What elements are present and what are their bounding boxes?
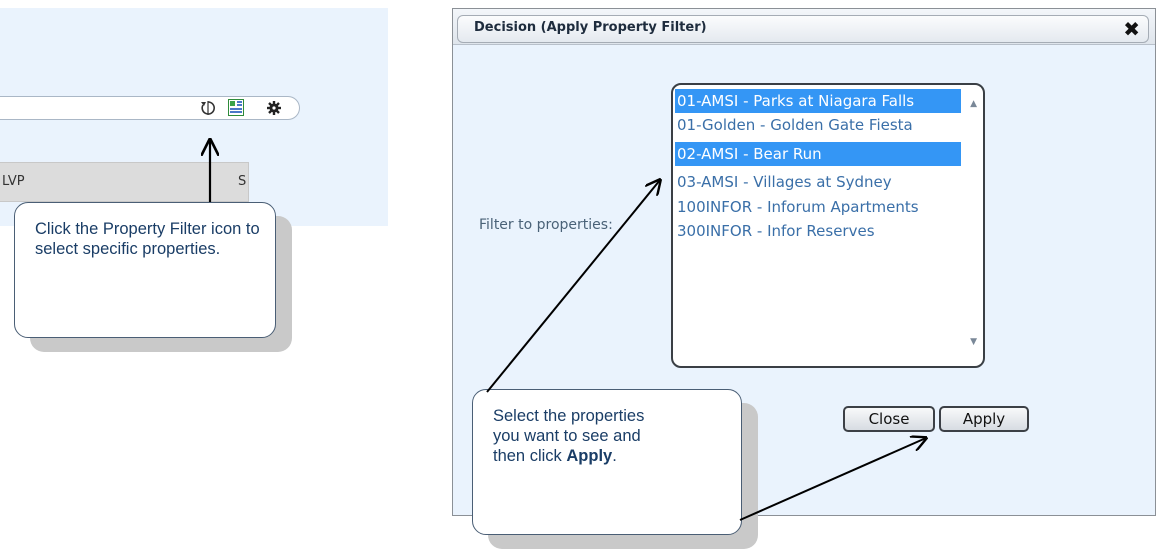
property-option[interactable]: 300INFOR - Infor Reserves	[675, 219, 961, 243]
property-option[interactable]: 03-AMSI - Villages at Sydney	[675, 170, 961, 194]
filter-label: Filter to properties:	[479, 217, 613, 233]
listbox-scrollbar[interactable]	[963, 87, 981, 364]
dialog-title-pill: Decision (Apply Property Filter) ✖	[457, 15, 1149, 43]
scroll-down-icon[interactable]: ▼	[970, 337, 977, 347]
property-option[interactable]: 02-AMSI - Bear Run	[675, 142, 961, 166]
refresh-icon[interactable]	[200, 100, 216, 116]
dialog-titlebar: Decision (Apply Property Filter) ✖	[453, 9, 1155, 45]
callout-text: Select the properties you want to see an…	[493, 406, 671, 466]
close-button[interactable]: Close	[843, 406, 935, 432]
close-icon[interactable]: ✖	[1123, 17, 1140, 41]
callout-text: Click the Property Filter icon to select…	[35, 220, 260, 258]
scroll-up-icon[interactable]: ▲	[970, 99, 977, 109]
column-header[interactable]: S	[238, 174, 246, 189]
grid-toolbar	[0, 96, 300, 120]
apply-button[interactable]: Apply	[939, 406, 1029, 432]
property-option[interactable]: 01-AMSI - Parks at Niagara Falls	[675, 89, 961, 113]
dialog-title: Decision (Apply Property Filter)	[474, 20, 707, 35]
callout-select-properties: Select the properties you want to see an…	[472, 389, 742, 535]
property-filter-icon[interactable]	[228, 99, 244, 116]
property-option[interactable]: 100INFOR - Inforum Apartments	[675, 195, 961, 219]
callout-text-part: .	[612, 447, 617, 465]
column-header[interactable]: LVP	[2, 174, 25, 189]
gear-icon[interactable]	[266, 100, 282, 116]
callout-property-filter: Click the Property Filter icon to select…	[14, 202, 276, 338]
grid-header-row: LVP S	[0, 162, 249, 202]
callout-bold-text: Apply	[566, 447, 613, 465]
property-listbox[interactable]: 01-AMSI - Parks at Niagara Falls 01-Gold…	[671, 83, 985, 368]
property-option[interactable]: 01-Golden - Golden Gate Fiesta	[675, 113, 961, 137]
